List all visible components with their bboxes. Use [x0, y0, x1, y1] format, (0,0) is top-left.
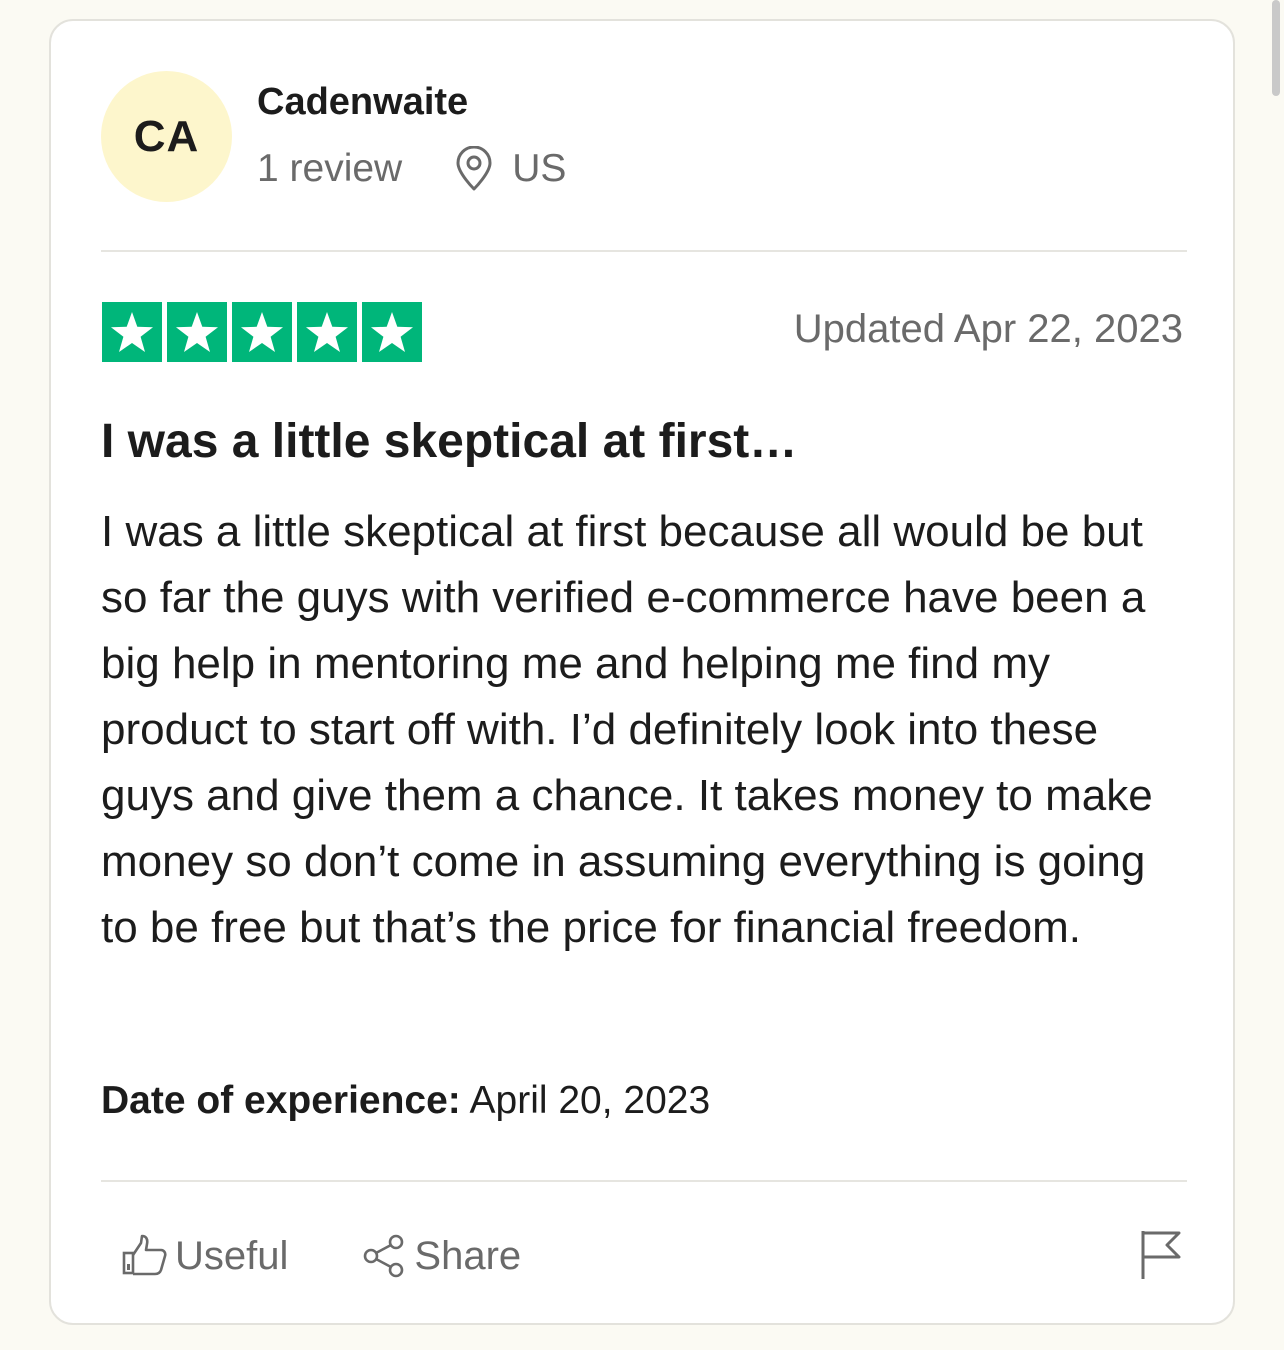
review-actions: Useful Share [121, 1226, 521, 1286]
star-icon [362, 302, 422, 362]
flag-icon [1141, 1231, 1181, 1279]
avatar[interactable]: CA [101, 71, 232, 202]
share-icon [364, 1234, 404, 1278]
review-count: 1 review [257, 147, 403, 190]
share-label: Share [414, 1233, 522, 1278]
reviewer-meta: 1 review US [257, 143, 566, 195]
useful-label: Useful [175, 1233, 289, 1278]
review-body: I was a little skeptical at first becaus… [101, 507, 1153, 952]
star-icon [167, 302, 227, 362]
date-of-experience: Date of experience: April 20, 2023 [101, 1079, 710, 1123]
thumbs-up-icon [122, 1234, 167, 1276]
report-flag-button[interactable] [1139, 1229, 1183, 1286]
star-icon [232, 302, 292, 362]
share-button[interactable]: Share [362, 1234, 521, 1279]
star-icon [102, 302, 162, 362]
location-pin-icon [454, 145, 494, 192]
star-icon [297, 302, 357, 362]
divider [101, 250, 1187, 252]
reviewer-name[interactable]: Cadenwaite [257, 81, 468, 124]
reviewer-header: CA Cadenwaite 1 review US [101, 71, 1101, 202]
review-card: CA Cadenwaite 1 review US Updated Apr 22… [49, 19, 1235, 1325]
reviewer-country: US [512, 147, 567, 190]
date-of-experience-label: Date of experience: [101, 1079, 461, 1122]
divider [101, 1180, 1187, 1182]
star-rating [102, 302, 422, 362]
scrollbar[interactable] [1272, 0, 1280, 96]
review-title[interactable]: I was a little skeptical at first… [101, 414, 1191, 469]
review-updated-date: Updated Apr 22, 2023 [793, 307, 1183, 351]
useful-button[interactable]: Useful [121, 1234, 288, 1279]
date-of-experience-value: April 20, 2023 [469, 1079, 711, 1122]
